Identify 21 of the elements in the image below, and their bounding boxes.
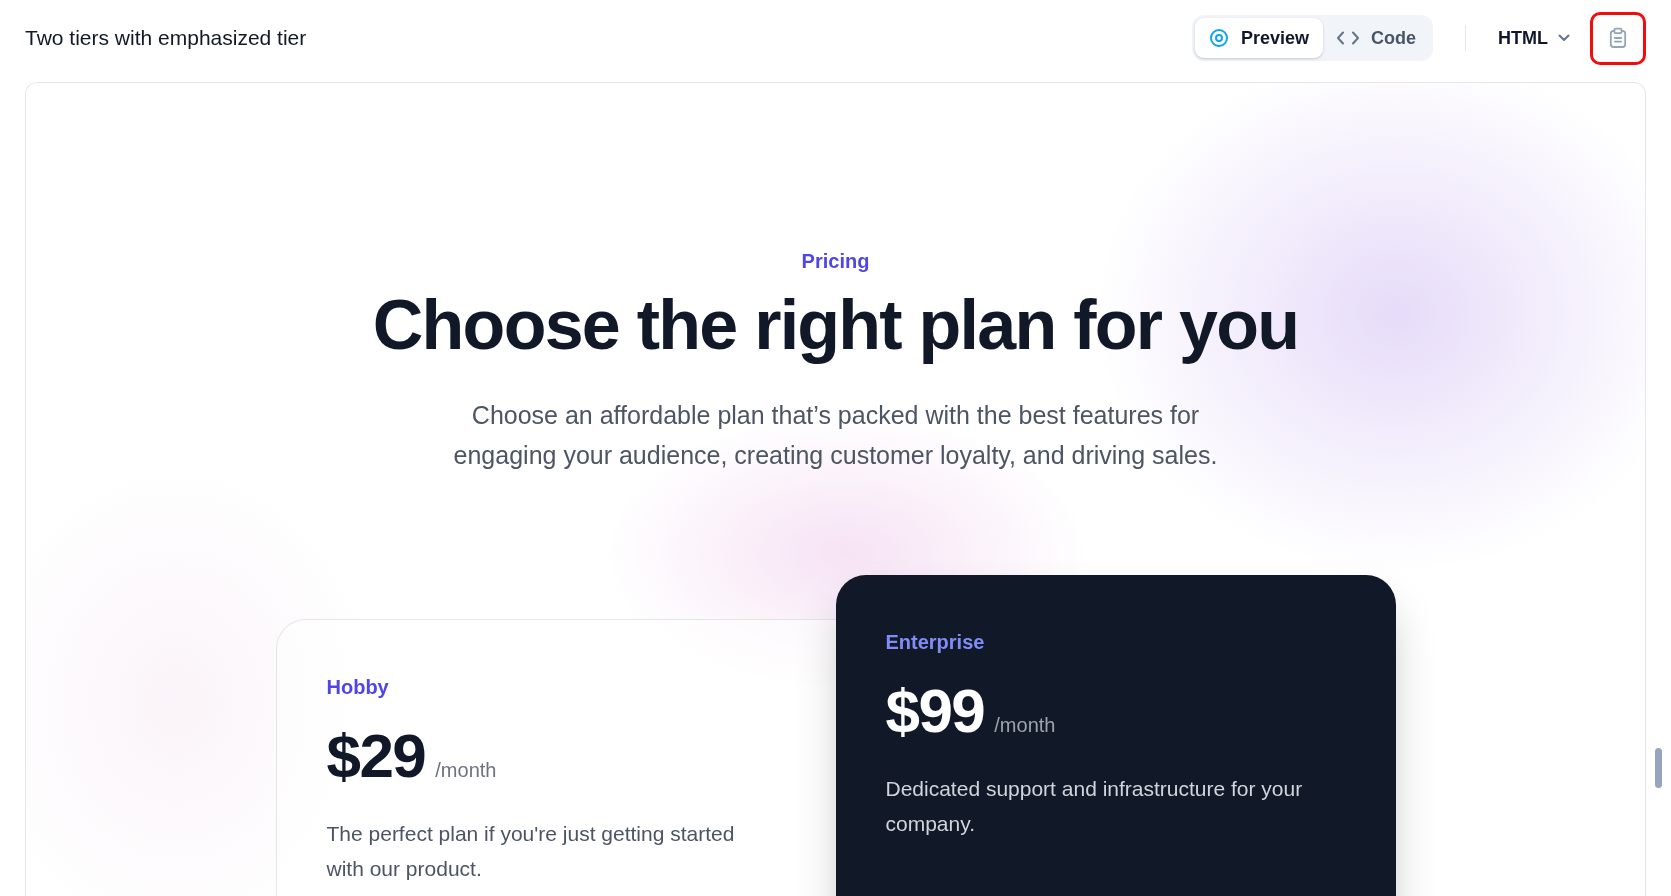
plan-name: Enterprise [885,630,986,655]
plan-description: Dedicated support and infrastructure for your company. [885,776,1304,837]
pricing-heading: Choose the right plan for you [372,287,1299,364]
clipboard-icon [1609,27,1627,49]
code-icon [1337,31,1359,45]
plan-description: The perfect plan if you're just getting started with our product. [326,821,736,882]
view-tab[interactable]: Preview [1194,18,1323,58]
billing-period: /month [994,714,1056,737]
target-icon [1208,28,1229,48]
language-dropdown[interactable]: HTML [1498,27,1570,49]
pricing-subheading: Choose an affordable plan that’s packed with the best features for engaging your audience, creating customer loyalty, and driving sales. [452,400,1219,471]
plan-price: $99 [885,680,985,742]
pricing-eyebrow: Pricing [801,249,870,274]
plan-name: Hobby [326,675,390,700]
scrollbar-thumb[interactable] [1655,748,1662,788]
billing-period: /month [435,759,497,782]
plan-price: $29 [326,725,426,787]
copy-button[interactable] [1590,11,1646,65]
view-tab[interactable]: Code [1323,18,1430,58]
chevron-down-icon [1558,34,1570,42]
page-title: Two tiers with emphasized tier [25,26,307,50]
